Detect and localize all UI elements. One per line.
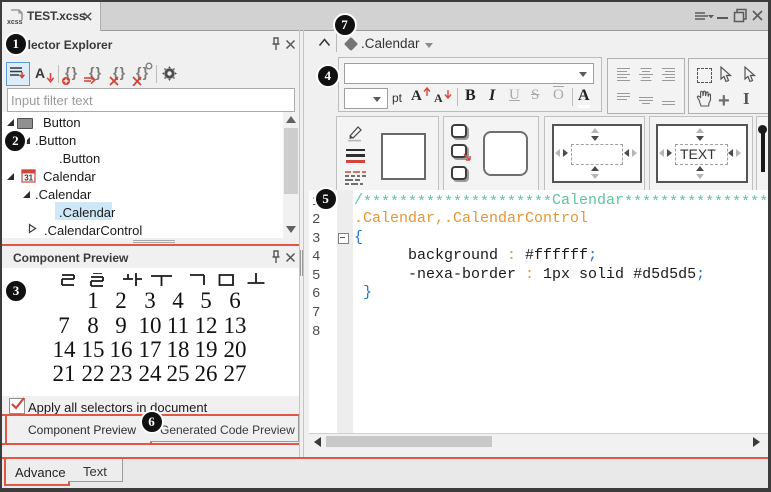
svg-text:31: 31	[24, 174, 33, 183]
svg-text:xcss: xcss	[7, 19, 23, 26]
